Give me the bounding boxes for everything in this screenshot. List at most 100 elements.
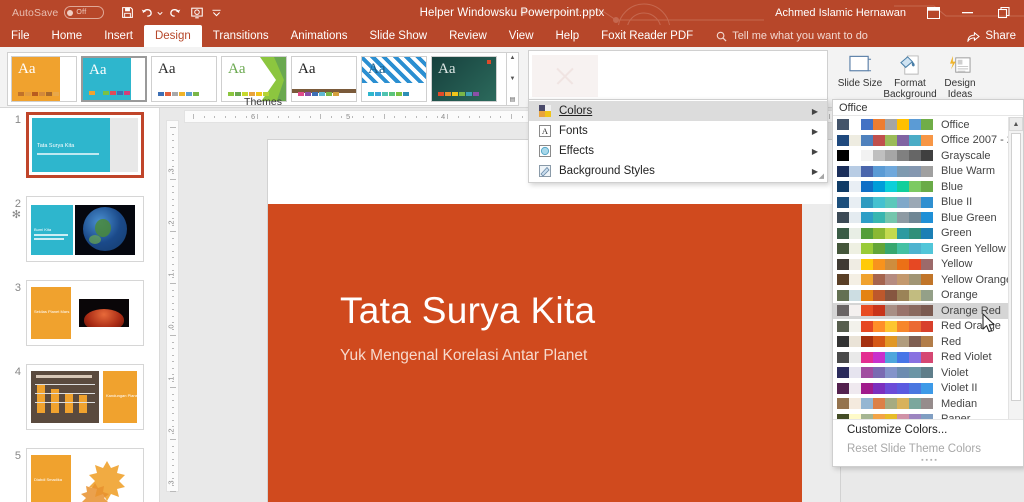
tell-me-search[interactable]: Tell me what you want to do xyxy=(716,25,868,47)
slide-thumbnail-preview[interactable]: Kandungan Planet xyxy=(26,364,144,430)
slide-number: 3 xyxy=(0,280,26,346)
slide-thumbnail-preview[interactable]: Tata Surya Kita xyxy=(26,112,144,178)
tab-insert[interactable]: Insert xyxy=(93,25,144,47)
themes-scroll-up-icon[interactable]: ▲ xyxy=(510,55,516,61)
color-theme-row[interactable]: Green xyxy=(833,226,1009,242)
ruler-mark xyxy=(172,328,174,330)
slide-thumbnail-item[interactable]: 3 Sekilas Planet Mars xyxy=(0,280,159,346)
slide-size-button[interactable]: Slide Size xyxy=(836,48,884,106)
menu-item-effects[interactable]: Effects ▶ xyxy=(529,141,827,161)
ruler-mark xyxy=(172,192,174,193)
tab-help[interactable]: Help xyxy=(545,25,591,47)
color-theme-row[interactable]: Red xyxy=(833,334,1009,350)
scroll-up-icon[interactable]: ▲ xyxy=(1009,117,1023,131)
ruler-mark xyxy=(172,367,174,369)
color-theme-label: Violet xyxy=(941,366,969,379)
tab-review[interactable]: Review xyxy=(438,25,498,47)
ruler-mark xyxy=(172,315,174,317)
slide-thumbnail-preview[interactable]: Sekilas Planet Mars xyxy=(26,280,144,346)
color-panel-scrollbar[interactable]: ▲ ▼ xyxy=(1008,117,1023,447)
ruler-mark xyxy=(447,114,449,119)
color-theme-row[interactable]: Yellow xyxy=(833,257,1009,273)
tab-foxit-reader-pdf[interactable]: Foxit Reader PDF xyxy=(590,25,704,47)
ruler-mark xyxy=(277,116,279,118)
color-theme-row[interactable]: Yellow Orange xyxy=(833,272,1012,288)
color-theme-row[interactable]: Blue II xyxy=(833,195,1009,211)
undo-dropdown-icon[interactable] xyxy=(156,2,164,24)
slide-thumbnail-item[interactable]: 1 Tata Surya Kita xyxy=(0,112,159,178)
color-theme-row[interactable]: Blue Warm xyxy=(833,164,1009,180)
variants-gallery[interactable] xyxy=(528,50,828,102)
color-theme-label: Grayscale xyxy=(941,149,991,162)
design-ideas-button[interactable]: Design Ideas xyxy=(936,48,984,106)
color-theme-swatches xyxy=(837,398,933,410)
start-slideshow-icon[interactable] xyxy=(186,2,208,24)
share-button[interactable]: Share xyxy=(967,25,1016,47)
slide-thumbnail-preview[interactable]: Diabdi Smadika xyxy=(26,448,144,502)
menu-item-fonts-label: Fonts xyxy=(559,125,588,137)
autosave-toggle[interactable]: Off xyxy=(64,6,105,19)
slide-thumbnail-pane[interactable]: 1 Tata Surya Kita 2 ✻ Bumi Kita 3 Sekilas Plan… xyxy=(0,108,160,502)
slide-thumbnail-item[interactable]: 4 Kandungan Planet xyxy=(0,364,159,430)
color-theme-label: Green xyxy=(941,227,972,240)
tab-view[interactable]: View xyxy=(498,25,545,47)
tab-home[interactable]: Home xyxy=(41,25,94,47)
fonts-icon: A xyxy=(535,125,555,137)
tab-design[interactable]: Design xyxy=(143,25,202,47)
color-panel-footer: Customize Colors... Reset Slide Theme Co… xyxy=(833,419,1023,466)
customize-qat-icon[interactable] xyxy=(208,2,224,24)
color-theme-row[interactable]: Orange Red xyxy=(833,303,1009,319)
variant-thumbnail[interactable] xyxy=(532,55,598,97)
color-theme-row[interactable]: Violet xyxy=(833,365,1009,381)
redo-icon[interactable] xyxy=(164,2,186,24)
slide-thumbnail-item[interactable]: 2 ✻ Bumi Kita xyxy=(0,196,159,262)
color-theme-row[interactable]: Green Yellow xyxy=(833,241,1009,257)
color-theme-list[interactable]: Office Office 2007 - 2010 Grayscale Blue Wa… xyxy=(833,117,1023,443)
restore-icon[interactable] xyxy=(984,0,1024,25)
account-name[interactable]: Achmed Islamic Hernawan xyxy=(775,7,906,19)
color-theme-row[interactable]: Blue xyxy=(833,179,1009,195)
theme-thumbnail-aa: Aa xyxy=(228,61,246,77)
themes-group: Aa Aa Aa Aa Aa Aa Aa ▲ ▼ ▤ Themes xyxy=(2,49,524,108)
themes-scroll-down-icon[interactable]: ▼ xyxy=(510,76,516,82)
ruler-tick-label: 1 xyxy=(166,376,176,381)
tab-file[interactable]: File xyxy=(0,25,41,47)
color-theme-row[interactable]: Blue Green xyxy=(833,210,1009,226)
color-theme-row[interactable]: Grayscale xyxy=(833,148,1009,164)
ruler-mark xyxy=(172,413,174,414)
color-theme-label: Orange Red xyxy=(941,304,1001,317)
slide-canvas[interactable]: Tata Surya Kita Yuk Mengenal Korelasi An… xyxy=(268,140,840,502)
minimize-icon[interactable] xyxy=(950,0,984,25)
ruler-mark xyxy=(373,116,375,118)
tab-slide-show[interactable]: Slide Show xyxy=(359,25,439,47)
submenu-arrow-icon: ▶ xyxy=(811,106,818,116)
ruler-mark xyxy=(224,116,226,118)
menu-item-background-styles[interactable]: Background Styles ▶ xyxy=(529,161,827,181)
ruler-tick-label: 5 xyxy=(346,112,351,121)
slide-title-text[interactable]: Tata Surya Kita xyxy=(340,290,595,332)
menu-item-fonts[interactable]: A Fonts ▶ xyxy=(529,121,827,141)
undo-icon[interactable] xyxy=(138,2,156,24)
ruler-tick-label: 4 xyxy=(441,112,446,121)
color-theme-row[interactable]: Red Orange xyxy=(833,319,1009,335)
color-theme-row[interactable]: Office xyxy=(833,117,1009,133)
color-theme-row[interactable]: Median xyxy=(833,396,1009,412)
slide-thumbnail-preview[interactable]: Bumi Kita xyxy=(26,196,144,262)
slide-subtitle-text[interactable]: Yuk Mengenal Korelasi Antar Planet xyxy=(340,347,587,365)
menu-item-colors[interactable]: Colors ▶ xyxy=(529,101,827,121)
color-theme-row[interactable]: Orange xyxy=(833,288,1009,304)
ruler-mark xyxy=(172,218,174,219)
format-background-button[interactable]: Format Background xyxy=(883,48,937,106)
scrollbar-thumb[interactable] xyxy=(1011,133,1021,401)
ruler-mark xyxy=(309,116,311,118)
color-theme-row[interactable]: Red Violet xyxy=(833,350,1009,366)
tab-animations[interactable]: Animations xyxy=(280,25,359,47)
save-icon[interactable] xyxy=(116,2,138,24)
customize-colors-item[interactable]: Customize Colors... xyxy=(833,420,1023,439)
slide-thumbnail-item[interactable]: 5 Diabdi Smadika xyxy=(0,448,159,502)
menu-item-background-styles-label: Background Styles xyxy=(559,165,655,177)
color-theme-row[interactable]: Violet II xyxy=(833,381,1009,397)
tab-transitions[interactable]: Transitions xyxy=(202,25,280,47)
color-theme-row[interactable]: Office 2007 - 2010 xyxy=(833,133,1023,149)
ribbon-display-options-icon[interactable] xyxy=(916,0,950,25)
